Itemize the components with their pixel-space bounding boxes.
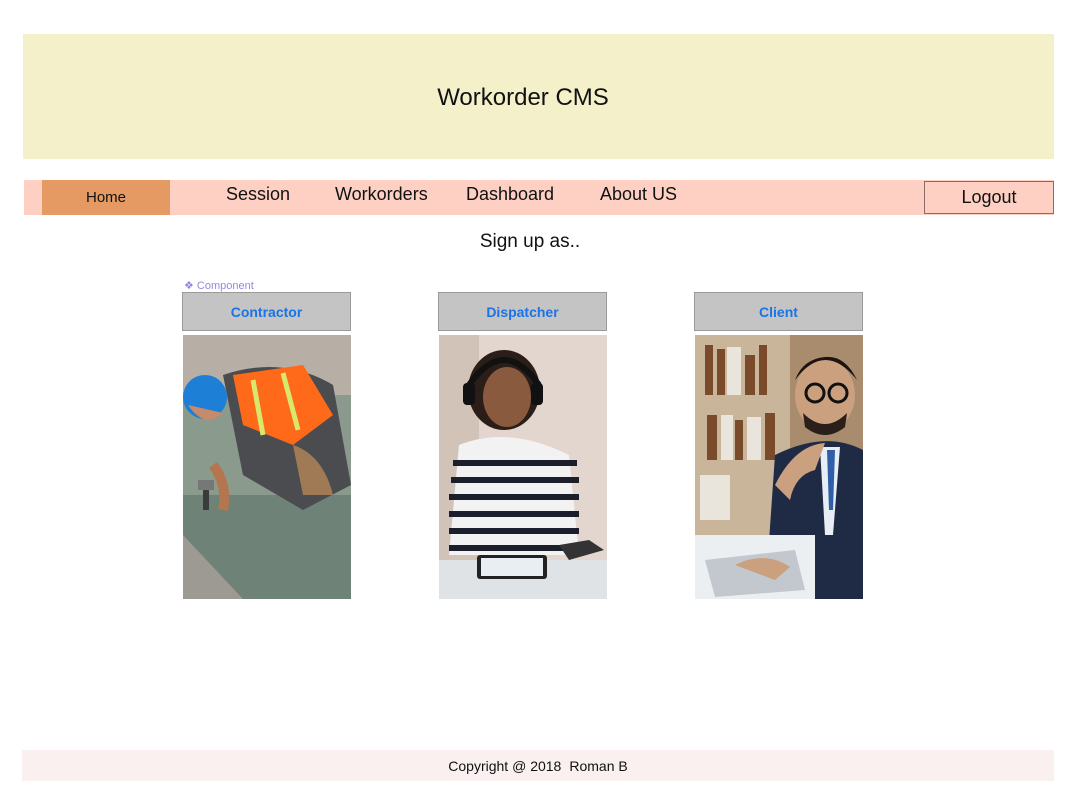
app-title: Workorder CMS [437,84,609,111]
nav-workorders[interactable]: Workorders [335,184,428,205]
client-button[interactable]: Client [694,292,863,331]
copyright-text: Copyright @ 2018 [448,757,562,774]
nav-dashboard[interactable]: Dashboard [466,184,554,205]
dispatcher-image [439,335,607,599]
signup-prompt: Sign up as.. [479,231,581,252]
nav-home[interactable]: Home [42,180,170,215]
client-photo[interactable] [695,335,863,599]
contractor-button[interactable]: Contractor [182,292,351,331]
dispatcher-button[interactable]: Dispatcher [438,292,607,331]
client-image [695,335,863,599]
page-footer: Copyright @ 2018 Roman B [22,750,1054,781]
logout-button[interactable]: Logout [924,181,1054,214]
nav-session[interactable]: Session [226,184,290,205]
author-text: Roman B [569,757,628,774]
nav-about-us[interactable]: About US [600,184,677,205]
main-nav: Home Session Workorders Dashboard About … [24,180,1054,215]
contractor-image [183,335,351,599]
dispatcher-photo[interactable] [439,335,607,599]
contractor-photo[interactable] [183,335,351,599]
page-header: Workorder CMS [23,34,1054,159]
component-tag: ❖ Component [184,280,254,292]
